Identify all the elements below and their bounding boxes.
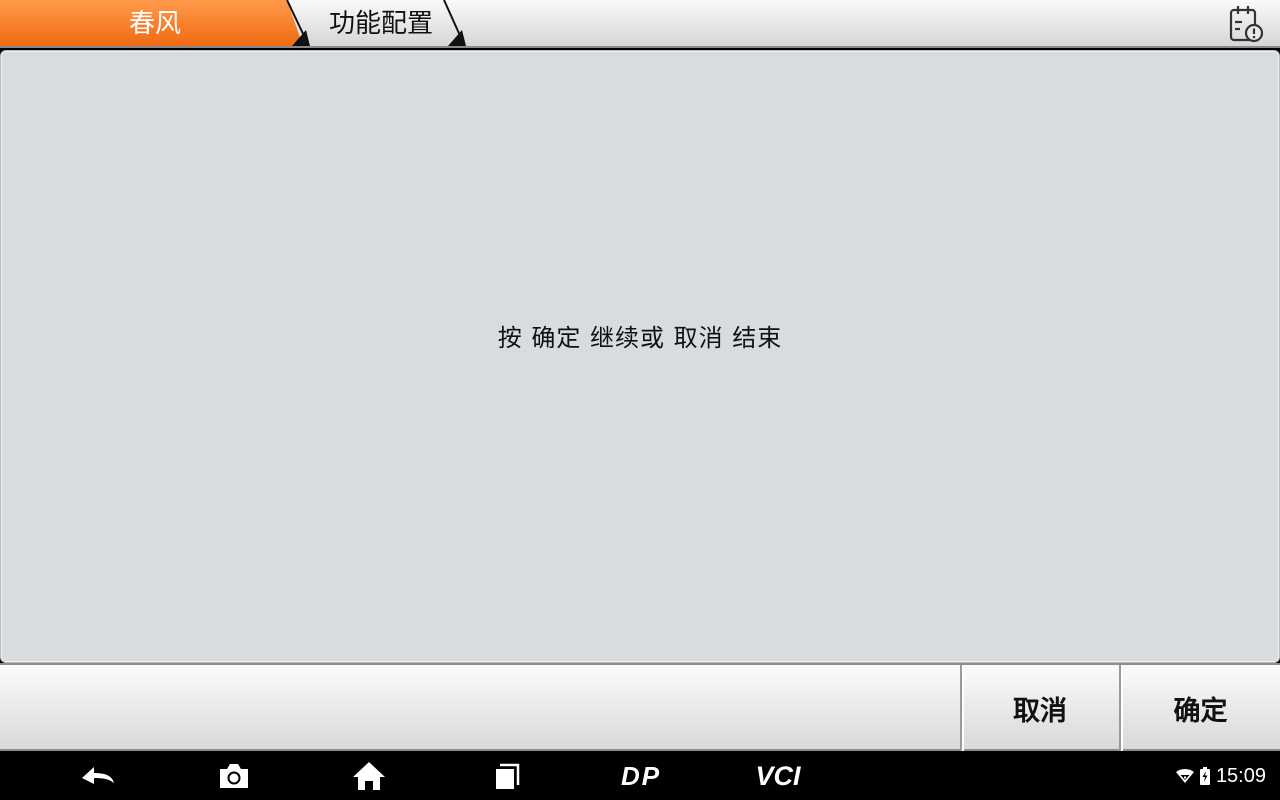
- status-area: 15:09: [1175, 752, 1266, 800]
- vci-icon: VCI: [755, 762, 801, 790]
- dp-logo-icon: DP: [621, 763, 661, 789]
- back-button[interactable]: [68, 752, 128, 800]
- back-icon: [82, 767, 114, 784]
- dp-logo-text: DP: [621, 763, 661, 789]
- battery-icon: [1199, 767, 1210, 785]
- report-button[interactable]: [1226, 4, 1266, 44]
- wifi-icon: [1175, 769, 1194, 783]
- camera-icon: [220, 764, 248, 788]
- breadcrumb: 春风 功能配置: [0, 0, 480, 46]
- system-nav-bar: DP VCI 15:09: [0, 752, 1280, 800]
- calendar-alert-icon: [1229, 6, 1264, 43]
- cancel-button[interactable]: 取消: [960, 665, 1118, 751]
- dp-button[interactable]: DP: [606, 752, 676, 800]
- vci-text: VCI: [755, 762, 801, 790]
- title-bar: 春风 功能配置: [0, 0, 1280, 48]
- home-icon: [353, 762, 385, 790]
- clock: 15:09: [1215, 764, 1266, 787]
- breadcrumb-item-function[interactable]: 功能配置: [316, 0, 446, 46]
- home-button[interactable]: [339, 752, 399, 800]
- recent-apps-icon: [496, 763, 520, 789]
- vci-button[interactable]: VCI: [742, 752, 814, 800]
- recent-apps-button[interactable]: [476, 752, 536, 800]
- dialog-content: 按 确定 继续或 取消 结束: [0, 50, 1280, 663]
- ok-button[interactable]: 确定: [1119, 665, 1280, 751]
- prompt-message: 按 确定 继续或 取消 结束: [497, 324, 783, 352]
- breadcrumb-item-brand[interactable]: 春风: [0, 0, 310, 46]
- action-bar: 取消 确定: [0, 663, 1280, 751]
- screenshot-button[interactable]: [204, 752, 264, 800]
